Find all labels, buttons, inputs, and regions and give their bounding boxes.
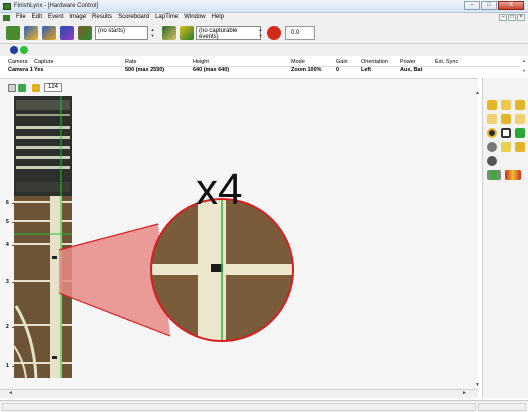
starts-select[interactable]: (no starts)	[95, 26, 148, 40]
document-minimize-button[interactable]: –	[499, 14, 507, 21]
plus-icon[interactable]	[515, 128, 525, 138]
frame-count[interactable]: 124	[44, 83, 63, 92]
menu-event[interactable]: Event	[45, 13, 66, 22]
window-title: FinishLynx - [Hardware Control]	[14, 3, 99, 9]
scroll-left-arrow[interactable]: ◄	[8, 390, 13, 396]
ruler-label-1: 1	[6, 363, 15, 369]
document-controls: – □ ×	[498, 14, 525, 21]
header-height: Height	[193, 59, 209, 65]
zoom-value[interactable]: 0.0	[285, 26, 315, 40]
close-button[interactable]: X	[498, 1, 524, 10]
menu-file[interactable]: File	[13, 13, 29, 22]
header-mode: Mode	[291, 59, 305, 65]
record-icon[interactable]	[487, 156, 497, 166]
finish-line-overlay	[14, 96, 72, 378]
save-event-icon[interactable]	[42, 26, 56, 40]
image-tools: 124	[8, 82, 63, 93]
cell-orientation[interactable]: Left	[361, 67, 371, 73]
header-capture: Capture	[34, 59, 54, 65]
cell-height[interactable]: 640 (max 640)	[193, 67, 229, 73]
stopwatch-icon[interactable]	[267, 26, 281, 40]
event-icon[interactable]	[180, 26, 194, 40]
menu-edit[interactable]: Edit	[29, 13, 45, 22]
status-cell-side	[478, 403, 526, 411]
zoom-box-icon[interactable]	[501, 128, 511, 138]
hide-icon[interactable]	[487, 114, 497, 124]
cell-capture[interactable]: Yes	[34, 67, 43, 73]
magnification-label: x4	[196, 165, 243, 214]
document-maximize-button[interactable]: □	[508, 14, 516, 21]
grid-add-icon[interactable]	[501, 142, 511, 152]
status-cell-main	[2, 403, 476, 411]
image-horizontal-scrollbar[interactable]: ◄ ►	[0, 389, 478, 398]
starts-spinner[interactable]: ▲ ▼	[150, 27, 155, 39]
header-orientation: Orientation	[361, 59, 388, 65]
table-divider	[8, 66, 520, 67]
ruler-label-2: 2	[6, 324, 15, 330]
frame-icon[interactable]	[32, 83, 40, 92]
menu-laptime[interactable]: LapTime	[152, 13, 181, 22]
plus-icon[interactable]	[18, 83, 26, 92]
image-vertical-scrollbar[interactable]: ▲ ▼	[475, 90, 481, 390]
info-icon[interactable]	[501, 114, 511, 124]
finish-line-image[interactable]	[14, 96, 72, 378]
info-icon[interactable]	[10, 46, 18, 54]
cell-power[interactable]: Aux, Bat	[400, 67, 422, 73]
tool-palette	[482, 78, 528, 398]
maximize-button[interactable]: □	[481, 1, 497, 10]
header-camera: Camera	[8, 59, 28, 65]
ruler-label-3: 3	[6, 279, 15, 285]
ruler-label-5: 5	[6, 219, 15, 225]
pointer-icon[interactable]	[487, 100, 497, 110]
pencil-icon[interactable]	[515, 100, 525, 110]
cell-camera[interactable]: Camera 1	[8, 67, 33, 73]
cell-mode[interactable]: Zoom 100%	[291, 67, 322, 73]
main-toolbar: (no starts) ▲ ▼ (no capturable events) ▲ ▼…	[0, 22, 528, 44]
minus-icon[interactable]	[515, 142, 525, 152]
open-event-icon[interactable]	[24, 26, 38, 40]
menu-bar: File Edit Event Image Results Scoreboard…	[0, 13, 528, 22]
flag-pair-icon[interactable]	[505, 170, 521, 180]
window-controls: – □ X	[463, 1, 524, 11]
camera-icon[interactable]	[78, 26, 92, 40]
cell-gain[interactable]: 0	[336, 67, 339, 73]
ruler-label-6: 6	[6, 200, 15, 206]
menu-results[interactable]: Results	[89, 13, 115, 22]
document-close-button[interactable]: ×	[517, 14, 525, 21]
circle-icon[interactable]	[487, 128, 497, 138]
events-spinner[interactable]: ▲ ▼	[258, 27, 263, 39]
minus-icon[interactable]	[8, 83, 16, 92]
scroll-up-arrow[interactable]: ▲	[475, 90, 480, 96]
events-select[interactable]: (no capturable events)	[196, 26, 261, 40]
flag-icon[interactable]	[501, 100, 511, 110]
lane-ruler: 6 5 4 3 2 1	[6, 96, 15, 378]
cell-rate[interactable]: 500 (max 2550)	[125, 67, 164, 73]
camera-table: Camera Capture Rate Height Mode Gain Ori…	[8, 58, 520, 75]
lane-icon[interactable]	[162, 26, 176, 40]
header-ext-sync: Ext. Sync	[435, 59, 459, 65]
menu-image[interactable]: Image	[66, 13, 89, 22]
menu-window[interactable]: Window	[181, 13, 208, 22]
scroll-right-arrow[interactable]: ►	[462, 390, 467, 396]
finishlynx-icon	[3, 3, 11, 10]
document-icon[interactable]	[3, 14, 10, 21]
hardware-icon[interactable]	[6, 26, 20, 40]
color-bars-icon[interactable]	[487, 170, 501, 180]
capture-icon[interactable]	[60, 26, 74, 40]
menu-scoreboard[interactable]: Scoreboard	[115, 13, 152, 22]
menu-help[interactable]: Help	[209, 13, 227, 22]
header-power: Power	[400, 59, 416, 65]
status-row	[0, 44, 528, 56]
table-scroll[interactable]: ▲ ▼	[522, 58, 528, 75]
header-rate: Rate	[125, 59, 137, 65]
header-gain: Gain	[336, 59, 348, 65]
window-titlebar[interactable]: FinishLynx - [Hardware Control] – □ X	[0, 0, 528, 13]
target-icon[interactable]	[487, 142, 497, 152]
scroll-down-arrow[interactable]: ▼	[475, 382, 480, 388]
ruler-label-4: 4	[6, 242, 15, 248]
status-green-icon[interactable]	[20, 46, 28, 54]
minimize-button[interactable]: –	[464, 1, 480, 10]
status-bar	[0, 400, 528, 412]
eye-icon[interactable]	[515, 114, 525, 124]
